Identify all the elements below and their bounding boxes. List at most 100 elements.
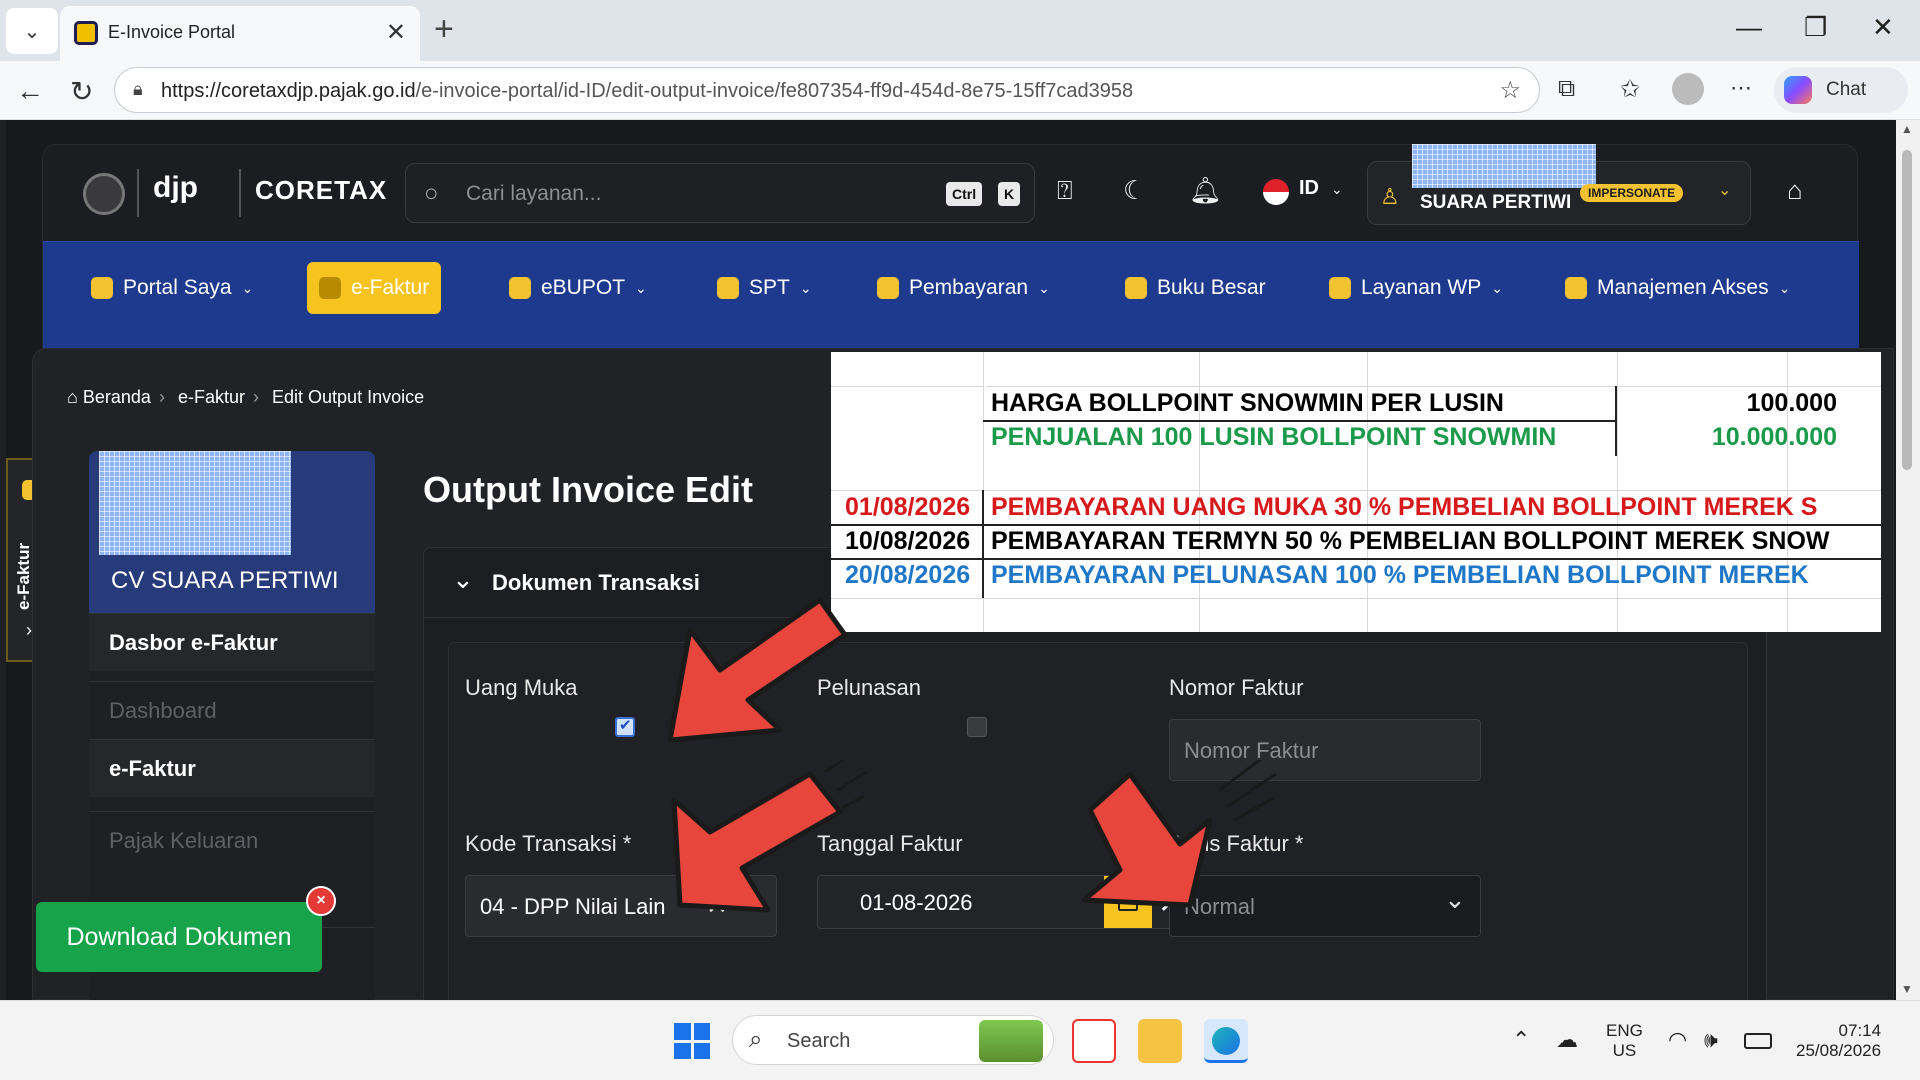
clear-icon[interactable]: ✕ — [706, 890, 728, 921]
pelunasan-checkbox[interactable] — [967, 717, 987, 737]
payment-icon — [877, 277, 899, 299]
side-tab-label: e-Faktur — [14, 542, 33, 610]
coretax-logo: CORETAX — [255, 175, 388, 205]
tab-close-icon[interactable]: ✕ — [386, 18, 406, 47]
windows-start-icon[interactable] — [674, 1023, 710, 1059]
new-tab-icon[interactable]: + — [434, 12, 454, 46]
nav-label: Layanan WP — [1361, 276, 1482, 299]
sidebar-item-dasbor[interactable]: Dasbor e-Faktur — [89, 613, 375, 671]
breadcrumb-current: Edit Output Invoice — [272, 387, 425, 407]
sidebar-item-efaktur[interactable]: e-Faktur — [89, 739, 375, 797]
uang-muka-label: Uang Muka — [465, 675, 578, 700]
taskbar-search-label: Search — [787, 1030, 851, 1052]
chevron-down-icon[interactable]: ⌄ — [1444, 884, 1466, 915]
back-icon[interactable]: ← — [16, 75, 44, 107]
download-document-button[interactable]: Download Dokumen — [36, 902, 322, 972]
user-name: SUARA PERTIWI — [1420, 192, 1572, 213]
minimize-icon[interactable]: — — [1736, 12, 1762, 43]
nomor-faktur-field[interactable]: Nomor Faktur — [1169, 719, 1481, 781]
onedrive-icon[interactable]: ☁ — [1556, 1027, 1578, 1053]
close-icon[interactable]: × — [306, 886, 336, 916]
file-explorer-icon[interactable] — [1138, 1019, 1182, 1063]
indonesia-flag-icon[interactable] — [1263, 179, 1289, 205]
uang-muka-checkbox[interactable] — [615, 716, 635, 737]
nav-manajemen-akses[interactable]: Manajemen Akses ⌄ — [1553, 262, 1802, 314]
nav-buku-besar[interactable]: Buku Besar — [1113, 262, 1278, 314]
tab-list-button[interactable]: ⌄ — [6, 8, 58, 54]
home-icon[interactable]: ⌂ — [1787, 175, 1803, 206]
nav-spt[interactable]: SPT ⌄ — [705, 262, 824, 314]
edge-browser-icon[interactable] — [1204, 1019, 1248, 1063]
lock-icon[interactable]: 🔒︎ — [133, 79, 143, 100]
scroll-down-icon[interactable]: ▼ — [1901, 982, 1913, 996]
nav-layanan-wp[interactable]: Layanan WP ⌄ — [1317, 262, 1515, 314]
jenis-faktur-select[interactable]: Normal ⌄ — [1169, 875, 1481, 937]
calendar-button[interactable] — [1104, 876, 1152, 928]
wifi-icon[interactable]: ◠ — [1668, 1027, 1687, 1053]
spt-icon — [717, 277, 739, 299]
language-indicator[interactable]: ENG US — [1606, 1021, 1643, 1061]
taskbar-search[interactable]: ⌕ Search — [732, 1015, 1054, 1065]
favorites-icon[interactable]: ✩ — [1620, 75, 1640, 104]
address-bar-row: ← ↻ 🔒︎ https://coretaxdjp.pajak.go.id/e-… — [0, 61, 1920, 120]
services-grid-icon — [1329, 277, 1351, 299]
clock[interactable]: 07:14 25/08/2026 — [1796, 1021, 1881, 1061]
nav-label: eBUPOT — [541, 276, 626, 299]
nav-ebupot[interactable]: eBUPOT ⌄ — [497, 262, 659, 314]
copilot-chat-button[interactable]: Chat — [1774, 67, 1908, 113]
sheet-cell-date: 20/08/2026 — [845, 561, 971, 589]
page-scrollbar[interactable]: ▲ ▼ — [1896, 120, 1920, 1000]
nav-label: Buku Besar — [1157, 276, 1266, 299]
restore-icon[interactable]: ❐ — [1804, 12, 1827, 43]
battery-icon[interactable] — [1744, 1033, 1772, 1049]
ebupot-icon — [509, 277, 531, 299]
service-search-input[interactable]: ○ Cari layanan... Ctrl K — [405, 163, 1035, 223]
show-hidden-icons-icon[interactable]: ⌃ — [1512, 1027, 1530, 1053]
page-title: Output Invoice Edit — [423, 469, 753, 510]
search-icon: ○ — [424, 180, 439, 207]
language-chevron-icon[interactable]: ⌄ — [1331, 181, 1343, 198]
sidebar-item-pajak-keluaran[interactable]: Pajak Keluaran — [89, 811, 375, 869]
url-field[interactable]: 🔒︎ https://coretaxdjp.pajak.go.id/e-invo… — [114, 67, 1540, 113]
nav-portal-saya[interactable]: Portal Saya ⌄ — [79, 262, 265, 314]
company-name: CV SUARA PERTIWI — [111, 567, 339, 594]
browser-tab[interactable]: E-Invoice Portal ✕ — [60, 6, 420, 61]
reload-icon[interactable]: ↻ — [70, 75, 93, 108]
breadcrumb-beranda[interactable]: Beranda — [83, 387, 151, 407]
breadcrumb-efaktur[interactable]: e-Faktur — [178, 387, 245, 407]
nav-e-faktur[interactable]: e-Faktur — [307, 262, 442, 314]
chevron-down-icon: ⌄ — [635, 279, 647, 296]
copilot-icon — [1784, 76, 1812, 104]
kode-transaksi-select[interactable]: 04 - DPP Nilai Lain ✕ ⌄ — [465, 875, 777, 937]
help-icon[interactable]: ⍰ — [1057, 175, 1073, 207]
app-header: djp CORETAX ○ Cari layanan... Ctrl K ⍰ ☾… — [42, 144, 1859, 363]
sheet-cell-desc: PENJUALAN 100 LUSIN BOLLPOINT SNOWMIN — [991, 423, 1557, 451]
favorite-star-icon[interactable]: ☆ — [1499, 76, 1521, 105]
kode-transaksi-label: Kode Transaksi * — [465, 831, 632, 856]
nav-pembayaran[interactable]: Pembayaran ⌄ — [865, 262, 1062, 314]
coretax-app-icon[interactable] — [1072, 1019, 1116, 1063]
notification-bell-icon[interactable]: 🔔︎ — [1189, 175, 1222, 206]
sidebar-item-dashboard[interactable]: Dashboard — [89, 681, 375, 739]
chevron-down-icon: ⌄ — [241, 279, 254, 296]
window-close-icon[interactable]: ✕ — [1872, 12, 1894, 43]
company-card: CV SUARA PERTIWI — [89, 451, 375, 613]
profile-avatar[interactable] — [1672, 73, 1704, 105]
extensions-icon[interactable]: ⧉ — [1558, 75, 1575, 103]
volume-icon[interactable]: 🕪︎ — [1704, 1027, 1718, 1053]
home-icon[interactable]: ⌂ — [67, 387, 78, 407]
url-path: /e-invoice-portal/id-ID/edit-output-invo… — [415, 80, 1134, 102]
language-selector[interactable]: ID — [1299, 177, 1319, 200]
user-menu[interactable]: ♙ SUARA PERTIWI IMPERSONATE ⌄ — [1367, 144, 1751, 225]
scrollbar-thumb[interactable] — [1902, 150, 1912, 470]
nav-label: Pembayaran — [909, 276, 1029, 299]
header-divider — [239, 169, 241, 217]
dark-mode-icon[interactable]: ☾ — [1123, 175, 1146, 206]
sheet-cell-date: 10/08/2026 — [845, 527, 971, 555]
more-menu-icon[interactable]: ⋯ — [1730, 75, 1752, 101]
nav-label: SPT — [749, 276, 790, 299]
scroll-up-icon[interactable]: ▲ — [1901, 122, 1913, 136]
sheet-cell-amount: 100.000 — [1746, 389, 1837, 417]
tanggal-faktur-field[interactable]: 01-08-2026 ✕ — [817, 875, 1203, 929]
chevron-down-icon[interactable]: ⌄ — [744, 884, 766, 915]
